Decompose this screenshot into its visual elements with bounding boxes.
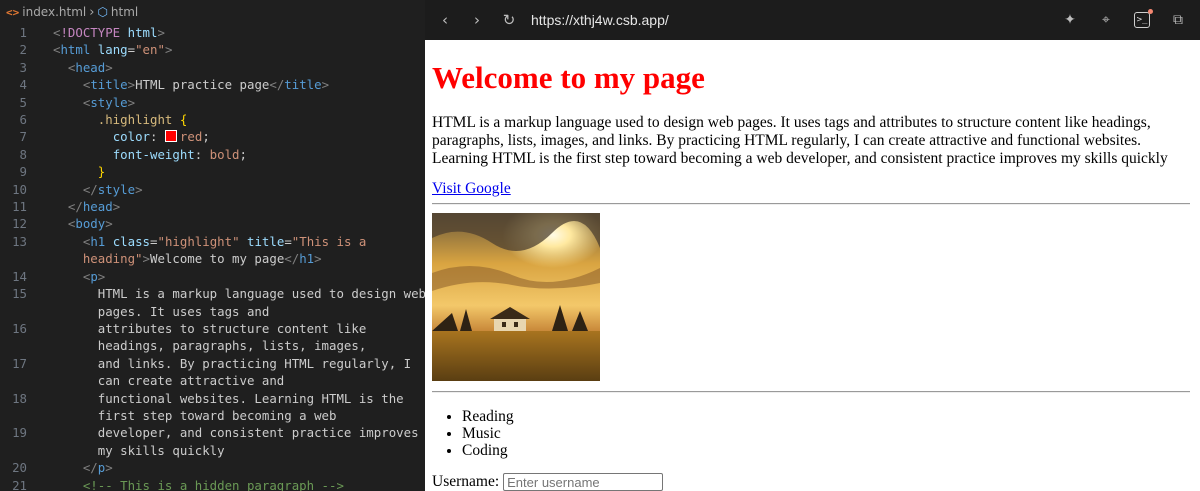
code-line: 6 .highlight { bbox=[0, 111, 425, 128]
forward-arrow-icon[interactable]: › bbox=[465, 8, 489, 32]
breadcrumb: <> index.html › ⬡ html bbox=[0, 0, 425, 24]
sparkle-icon[interactable]: ✦ bbox=[1058, 8, 1082, 32]
code-line: 4 <title>HTML practice page</title> bbox=[0, 76, 425, 93]
line-number: 19 bbox=[12, 425, 27, 441]
sunset-field-image bbox=[432, 213, 600, 381]
code-line: 5 <style> bbox=[0, 94, 425, 111]
code-line: 19 developer, and consistent practice im… bbox=[0, 424, 425, 441]
code-line: 16 attributes to structure content like bbox=[0, 320, 425, 337]
username-row: Username: bbox=[432, 473, 664, 491]
code-editor[interactable]: <> index.html › ⬡ html 1 <!DOCTYPE html> … bbox=[0, 0, 425, 491]
line-number bbox=[0, 337, 27, 354]
code-line: 8 font-weight: bold; bbox=[0, 146, 425, 163]
code-line: 17 and links. By practicing HTML regular… bbox=[0, 355, 425, 372]
line-number: 21 bbox=[12, 477, 27, 491]
code-line: 14 <p> bbox=[0, 268, 425, 285]
line-number: 11 bbox=[12, 199, 27, 215]
line-number: 4 bbox=[19, 77, 27, 93]
code-line: 11 </head> bbox=[0, 198, 425, 215]
line-number bbox=[0, 372, 27, 389]
line-number: 14 bbox=[12, 268, 27, 284]
line-number: 12 bbox=[12, 216, 27, 232]
line-number: 15 bbox=[12, 286, 27, 302]
username-input[interactable] bbox=[503, 473, 664, 491]
address-bar-url[interactable]: https://xthj4w.csb.app/ bbox=[531, 12, 669, 28]
line-number: 2 bbox=[19, 42, 27, 58]
breadcrumb-file[interactable]: index.html bbox=[22, 5, 86, 19]
line-number: 6 bbox=[19, 112, 27, 128]
code-line: 20 </p> bbox=[0, 459, 425, 476]
reload-icon[interactable]: ↻ bbox=[497, 8, 521, 32]
horizontal-rule bbox=[432, 203, 1190, 205]
visit-google-link[interactable]: Visit Google bbox=[432, 180, 511, 198]
code-line: heading">Welcome to my page</h1> bbox=[0, 250, 425, 267]
html-file-icon: <> bbox=[6, 5, 20, 19]
code-line: 12 <body> bbox=[0, 215, 425, 232]
code-line: 13 <h1 class="highlight" title="This is … bbox=[0, 233, 425, 250]
browser-toolbar: ‹ › ↻ https://xthj4w.csb.app/ ✦ ⌖ >_ ⧉ bbox=[425, 0, 1200, 40]
code-line: 3 <head> bbox=[0, 59, 425, 76]
line-number: 16 bbox=[12, 320, 27, 336]
code-line: my skills quickly bbox=[0, 442, 425, 459]
code-line: pages. It uses tags and bbox=[0, 303, 425, 320]
line-number: 10 bbox=[12, 181, 27, 197]
list-item: Coding bbox=[462, 442, 514, 459]
color-swatch[interactable] bbox=[164, 130, 177, 143]
code-line: 9 } bbox=[0, 163, 425, 180]
line-number bbox=[0, 407, 27, 424]
code-line: 15 HTML is a markup language used to des… bbox=[0, 285, 425, 302]
line-number: 13 bbox=[12, 233, 27, 249]
back-arrow-icon[interactable]: ‹ bbox=[433, 8, 457, 32]
terminal-icon[interactable]: >_ bbox=[1130, 8, 1154, 32]
line-number: 5 bbox=[19, 94, 27, 110]
chevron-right-icon: › bbox=[89, 4, 95, 20]
line-number: 18 bbox=[12, 390, 27, 406]
line-number: 9 bbox=[19, 164, 27, 180]
horizontal-rule bbox=[432, 391, 1190, 393]
intro-paragraph: HTML is a markup language used to design… bbox=[432, 114, 1168, 167]
line-number bbox=[0, 250, 27, 267]
rendered-page: Welcome to my page HTML is a markup lang… bbox=[425, 40, 1200, 491]
breadcrumb-symbol[interactable]: html bbox=[111, 5, 138, 19]
list-item: Music bbox=[462, 425, 514, 442]
crosshair-icon[interactable]: ⌖ bbox=[1094, 8, 1118, 32]
username-label: Username: bbox=[432, 473, 500, 490]
code-line: 7 color: red; bbox=[0, 128, 425, 145]
line-number: 20 bbox=[12, 460, 27, 476]
code-line: headings, paragraphs, lists, images, bbox=[0, 337, 425, 354]
code-line: 21 <!-- This is a hidden paragraph --> bbox=[0, 477, 425, 491]
line-number: 3 bbox=[19, 59, 27, 75]
page-heading: Welcome to my page bbox=[432, 60, 705, 95]
code-line: 1 <!DOCTYPE html> bbox=[0, 24, 425, 41]
line-number: 1 bbox=[19, 25, 27, 40]
hobbies-list: Reading Music Coding bbox=[432, 408, 514, 459]
code-line: can create attractive and bbox=[0, 372, 425, 389]
line-number: 17 bbox=[12, 355, 27, 371]
code-line: 2 <html lang="en"> bbox=[0, 41, 425, 58]
code-line: 18 functional websites. Learning HTML is… bbox=[0, 390, 425, 407]
line-number bbox=[0, 442, 27, 459]
symbol-cube-icon: ⬡ bbox=[97, 5, 108, 19]
code-line: first step toward becoming a web bbox=[0, 407, 425, 424]
notification-dot bbox=[1148, 9, 1153, 14]
list-item: Reading bbox=[462, 408, 514, 425]
line-number bbox=[0, 303, 27, 320]
line-number: 8 bbox=[19, 146, 27, 162]
open-new-window-icon[interactable]: ⧉ bbox=[1166, 8, 1190, 32]
line-number: 7 bbox=[19, 129, 27, 145]
code-line: 10 </style> bbox=[0, 181, 425, 198]
code-lines[interactable]: 1 <!DOCTYPE html> 2 <html lang="en"> 3 <he… bbox=[0, 24, 425, 491]
browser-preview: ‹ › ↻ https://xthj4w.csb.app/ ✦ ⌖ >_ ⧉ W… bbox=[425, 0, 1200, 491]
